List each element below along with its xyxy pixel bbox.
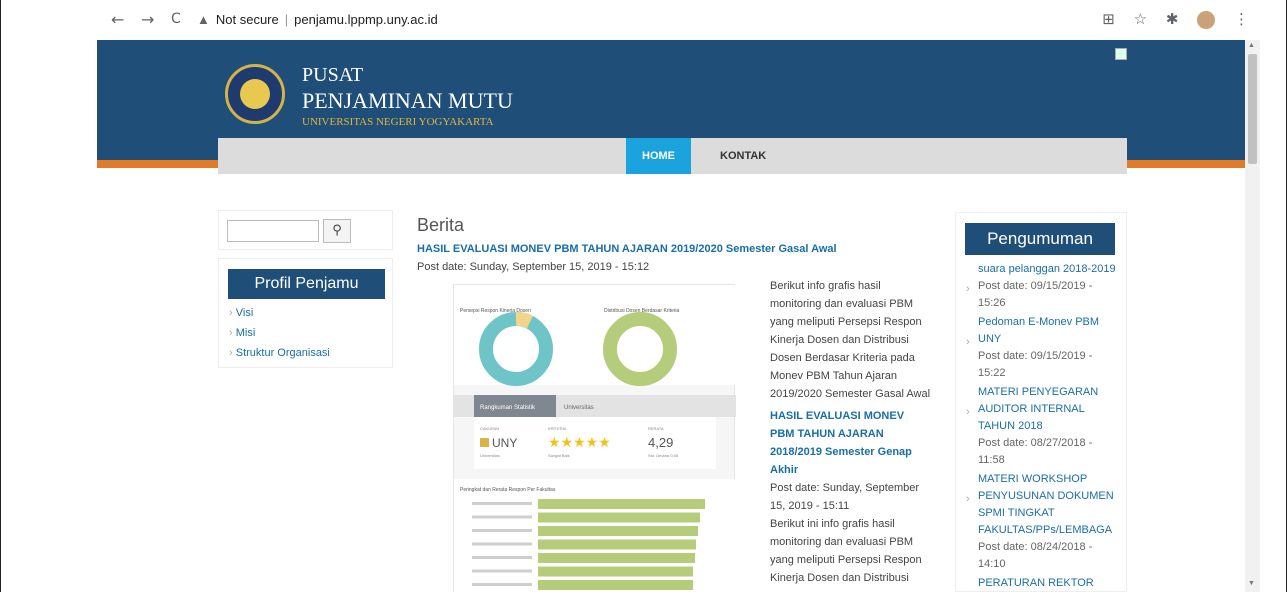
faculty-bar-label [472, 569, 532, 573]
site-subtitle: UNIVERSITAS NEGERI YOGYAKARTA [302, 116, 494, 128]
translate-icon[interactable]: ⊞ [1102, 10, 1115, 28]
extensions-puzzle-icon[interactable]: ✱ [1166, 10, 1179, 28]
browser-toolbar: ← → C ▲ Not secure | penjamu.lppmp.uny.ac.i… [97, 0, 1257, 40]
pengumuman-date: Post date: 09/15/2019 - 15:22 [978, 350, 1093, 379]
profil-list: Visi Misi Struktur Organisasi [229, 307, 330, 367]
scroll-down-arrow[interactable]: ▼ [1248, 580, 1255, 587]
url-text: penjamu.lppmp.uny.ac.id [294, 12, 438, 27]
faculty-bar-label [472, 515, 532, 519]
forward-button[interactable]: → [141, 10, 154, 29]
post-text-column: Berikut info grafis hasil monitoring dan… [770, 277, 930, 587]
pengumuman-date: Post date: 08/27/2018 - 11:58 [978, 437, 1093, 466]
cakupan-value: UNY [492, 436, 517, 450]
kriteria-label: KRITERIA [548, 426, 567, 431]
browser-window: ← → C ▲ Not secure | penjamu.lppmp.uny.ac.i… [0, 0, 1287, 592]
pengumuman-link[interactable]: MATERI WORKSHOP PENYUSUNAN DOKUMEN SPMI … [978, 471, 1120, 539]
pengumuman-title: Pengumuman [965, 223, 1115, 255]
post2-body: Berikut ini info grafis hasil monitoring… [770, 518, 922, 584]
pengumuman-list: suara pelanggan 2018-2019 Post date: 09/… [964, 261, 1120, 592]
faculty-bar-label [472, 542, 532, 546]
pengumuman-link[interactable]: Pedoman E-Monev PBM UNY [978, 314, 1120, 348]
rerata-value: 4,29 [648, 435, 673, 450]
pengumuman-link[interactable]: suara pelanggan 2018-2019 [978, 261, 1120, 278]
faculty-bar-label [472, 583, 532, 586]
pengumuman-date: Post date: 08/24/2018 - 14:10 [978, 541, 1093, 570]
warning-icon: ▲ [197, 12, 210, 27]
pengumuman-item: PERATURAN REKTOR [964, 575, 1120, 592]
search-input[interactable] [227, 220, 319, 242]
university-icon [480, 438, 489, 447]
infographic-svg: Persepsi Respon Kinerja Dosen Distribusi… [454, 285, 736, 592]
address-separator: | [284, 12, 289, 27]
pengumuman-date: Post date: 09/15/2019 - 15:26 [978, 280, 1093, 309]
search-icon: ⚲ [332, 223, 342, 238]
search-block: ⚲ [218, 210, 393, 250]
rerata-sub: Std. Deviasi 0,55 [648, 453, 679, 458]
dash-tab2: Universitas [564, 405, 594, 411]
faculty-bar [538, 526, 698, 536]
seal-emblem [240, 79, 270, 109]
post2-date: Post date: Sunday, September 15, 2019 - … [770, 482, 919, 512]
cakupan-sub: Universitas [480, 453, 500, 458]
search-button[interactable]: ⚲ [323, 219, 351, 243]
page-viewport: PUSAT PENJAMINAN MUTU UNIVERSITAS NEGERI… [97, 40, 1245, 592]
profile-avatar[interactable] [1197, 10, 1216, 29]
uny-seal-logo[interactable] [225, 64, 285, 124]
pengumuman-item: MATERI PENYEGARAN AUDITOR INTERNAL TAHUN… [964, 384, 1120, 469]
pengumuman-item: Pedoman E-Monev PBM UNY Post date: 09/15… [964, 314, 1120, 382]
main-menu: HOME KONTAK [218, 138, 1127, 174]
bookmark-star-icon[interactable]: ☆ [1134, 10, 1147, 28]
site-title-line1: PUSAT [302, 64, 364, 86]
site-title-line2: PENJAMINAN MUTU [302, 88, 513, 113]
post1-date: Post date: Sunday, September 15, 2019 - … [417, 261, 650, 273]
back-button[interactable]: ← [111, 10, 124, 29]
faculty-bar-label [472, 529, 532, 532]
pengumuman-block: Pengumuman suara pelanggan 2018-2019 Pos… [955, 212, 1127, 592]
bar-chart-title: Peringkat dan Rerata Respon Per Fakultas [460, 487, 556, 493]
rating-stars: ★★★★★ [548, 435, 611, 451]
profil-block: Profil Penjamu Visi Misi Struktur Organi… [218, 258, 393, 368]
browser-actions: ⊞ ☆ ✱ ⋮ [1088, 10, 1249, 29]
reload-button[interactable]: C [171, 11, 181, 27]
dash-tab1: Rangkuman Statistik [480, 405, 536, 411]
pengumuman-item: suara pelanggan 2018-2019 Post date: 09/… [964, 261, 1120, 312]
faculty-bar [538, 499, 705, 509]
faculty-bar-label [472, 556, 532, 559]
security-label: Not secure [215, 12, 279, 27]
pengumuman-link[interactable]: MATERI PENYEGARAN AUDITOR INTERNAL TAHUN… [978, 384, 1120, 435]
vertical-scrollbar[interactable]: ▲ ▼ [1245, 40, 1260, 592]
pengumuman-link[interactable]: PERATURAN REKTOR [978, 575, 1120, 592]
infographic-image: Persepsi Respon Kinerja Dosen Distribusi… [453, 284, 736, 592]
section-title: Berita [417, 215, 465, 235]
profil-item-visi[interactable]: Visi [229, 307, 330, 327]
post1-body: Berikut info grafis hasil monitoring dan… [770, 280, 931, 400]
broken-image-icon [1115, 48, 1127, 60]
post1-title-link[interactable]: HASIL EVALUASI MONEV PBM TAHUN AJARAN 20… [417, 243, 837, 255]
kriteria-sub: Sangat Baik [548, 453, 570, 458]
faculty-bar [538, 539, 696, 550]
faculty-bar-label [472, 502, 532, 505]
rerata-label: RERATA [648, 426, 664, 431]
faculty-bar [538, 512, 700, 523]
pengumuman-item: MATERI WORKSHOP PENYUSUNAN DOKUMEN SPMI … [964, 471, 1120, 573]
menu-home[interactable]: HOME [626, 138, 691, 174]
profil-item-misi[interactable]: Misi [229, 327, 330, 347]
faculty-bar [538, 566, 693, 577]
scroll-up-arrow[interactable]: ▲ [1248, 42, 1255, 49]
donut1-slice [515, 312, 534, 329]
menu-kontak[interactable]: KONTAK [704, 138, 782, 174]
post2-title-link[interactable]: HASIL EVALUASI MONEV PBM TAHUN AJARAN 20… [770, 407, 930, 479]
profil-title: Profil Penjamu [228, 269, 385, 299]
address-bar[interactable]: ▲ Not secure | penjamu.lppmp.uny.ac.id [197, 12, 438, 27]
scroll-thumb[interactable] [1248, 54, 1257, 164]
faculty-bar [538, 553, 695, 563]
cakupan-label: CAKUPAN [480, 426, 499, 431]
faculty-bar [538, 580, 693, 590]
profil-item-struktur[interactable]: Struktur Organisasi [229, 347, 330, 367]
menu-kebab-icon[interactable]: ⋮ [1234, 10, 1249, 28]
